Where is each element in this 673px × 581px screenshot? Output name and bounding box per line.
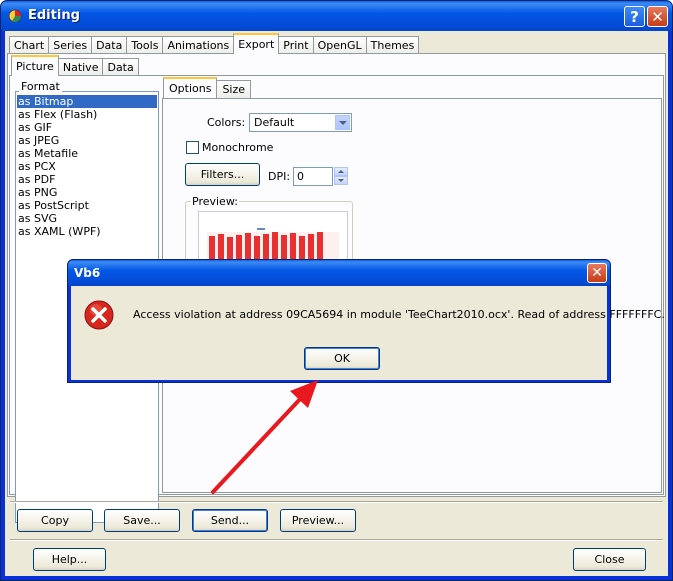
footer-separator bbox=[10, 539, 663, 541]
save-button[interactable]: Save... bbox=[104, 509, 180, 532]
main-tab-strip: Chart Series Data Tools Animations Expor… bbox=[9, 33, 420, 54]
tab-opengl[interactable]: OpenGL bbox=[312, 36, 367, 54]
format-item[interactable]: as Flex (Flash) bbox=[17, 108, 157, 121]
format-item[interactable]: as Metafile bbox=[17, 147, 157, 160]
colors-value: Default bbox=[254, 116, 295, 129]
format-item[interactable]: as PDF bbox=[17, 173, 157, 186]
dpi-label: DPI: bbox=[268, 170, 291, 183]
monochrome-label: Monochrome bbox=[202, 141, 274, 154]
sub-tab-strip: Picture Native Data bbox=[11, 55, 139, 76]
preview-button[interactable]: Preview... bbox=[280, 509, 356, 532]
title-bar: Editing ? ✕ bbox=[1, 1, 672, 31]
dpi-spinner[interactable] bbox=[334, 167, 348, 186]
window-title: Editing bbox=[28, 8, 80, 23]
format-item[interactable]: as PNG bbox=[17, 186, 157, 199]
tab-print[interactable]: Print bbox=[278, 36, 314, 54]
tab-data-export[interactable]: Data bbox=[102, 58, 139, 76]
preview-label: Preview: bbox=[191, 195, 239, 208]
format-item[interactable]: as GIF bbox=[17, 121, 157, 134]
tab-data[interactable]: Data bbox=[91, 36, 128, 54]
close-title-button[interactable]: ✕ bbox=[647, 6, 668, 27]
colors-label: Colors: bbox=[207, 116, 246, 129]
teechart-app-icon bbox=[8, 9, 22, 23]
dpi-input[interactable]: 0 bbox=[293, 167, 333, 186]
tab-themes[interactable]: Themes bbox=[365, 36, 420, 54]
chevron-down-icon[interactable] bbox=[335, 115, 350, 130]
dialog-message: Access violation at address 09CA5694 in … bbox=[133, 308, 665, 321]
dialog-close-button[interactable]: ✕ bbox=[587, 263, 607, 283]
spin-down-icon[interactable] bbox=[334, 176, 348, 185]
colors-combo[interactable]: Default bbox=[249, 113, 352, 132]
close-button[interactable]: Close bbox=[573, 548, 646, 571]
send-button[interactable]: Send... bbox=[192, 509, 268, 532]
filters-button[interactable]: Filters... bbox=[185, 163, 260, 186]
dialog-title-bar: Vb6 ✕ bbox=[68, 260, 610, 286]
copy-button[interactable]: Copy bbox=[17, 509, 93, 532]
dialog-client: Access violation at address 09CA5694 in … bbox=[71, 286, 665, 380]
tab-series[interactable]: Series bbox=[48, 36, 93, 54]
tab-chart[interactable]: Chart bbox=[9, 36, 50, 54]
error-dialog: Vb6 ✕ Access violation at address 09CA56… bbox=[67, 259, 665, 383]
dpi-value: 0 bbox=[297, 170, 304, 183]
format-label: Format bbox=[19, 80, 62, 93]
tab-native[interactable]: Native bbox=[57, 58, 104, 76]
help-button[interactable]: Help... bbox=[33, 548, 106, 571]
tab-animations[interactable]: Animations bbox=[162, 36, 235, 54]
ok-button[interactable]: OK bbox=[304, 347, 380, 370]
format-item[interactable]: as PCX bbox=[17, 160, 157, 173]
format-item[interactable]: as Bitmap bbox=[17, 95, 157, 108]
tab-export[interactable]: Export bbox=[233, 33, 280, 54]
options-tab-strip: Options Size bbox=[163, 77, 252, 98]
tab-size[interactable]: Size bbox=[216, 80, 252, 98]
tab-picture[interactable]: Picture bbox=[11, 55, 59, 76]
format-item[interactable]: as JPEG bbox=[17, 134, 157, 147]
spin-up-icon[interactable] bbox=[334, 167, 348, 176]
monochrome-checkbox[interactable] bbox=[186, 141, 199, 154]
format-item[interactable]: as XAML (WPF) bbox=[17, 225, 157, 238]
bottom-separator bbox=[10, 501, 663, 503]
tab-tools[interactable]: Tools bbox=[126, 36, 164, 54]
format-item[interactable]: as PostScript bbox=[17, 199, 157, 212]
error-icon bbox=[84, 300, 114, 330]
dialog-title: Vb6 bbox=[74, 266, 101, 280]
tab-options[interactable]: Options bbox=[163, 77, 218, 98]
help-title-button[interactable]: ? bbox=[624, 6, 645, 27]
format-item[interactable]: as SVG bbox=[17, 212, 157, 225]
